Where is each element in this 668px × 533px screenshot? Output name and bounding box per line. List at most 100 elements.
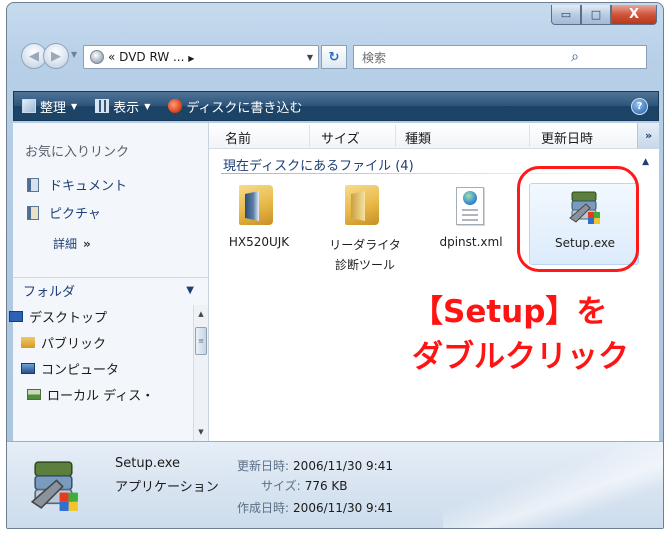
favorite-link-label: ドキュメント: [49, 179, 128, 194]
organize-button[interactable]: 整理 ▼: [22, 97, 77, 116]
column-header-modified[interactable]: 更新日時: [541, 128, 593, 147]
favorite-link-documents[interactable]: ドキュメント: [27, 175, 127, 194]
highlight-ring: [517, 166, 639, 272]
refresh-icon: ↻: [328, 49, 340, 65]
details-size-label: サイズ:: [261, 479, 301, 493]
file-item-label: HX520UJK: [228, 235, 290, 249]
address-bar[interactable]: « DVD RW ... ▶ ▼: [83, 45, 319, 69]
help-icon: ?: [636, 101, 643, 112]
views-icon: [95, 99, 110, 113]
address-row: ◀ ▶ ▼ « DVD RW ... ▶ ▼ ↻ 検索 ⌕: [7, 43, 663, 73]
details-created-value: 2006/11/30 9:41: [293, 501, 393, 515]
tree-item-desktop[interactable]: デスクトップ: [9, 307, 107, 326]
folders-label: フォルダ: [23, 285, 76, 300]
public-folder-icon: [21, 337, 35, 348]
search-icon[interactable]: ⌕: [504, 49, 646, 65]
tree-item-local-disk[interactable]: ローカル ディス・: [27, 385, 154, 404]
forward-arrow-icon: ▶: [51, 48, 61, 64]
views-button[interactable]: 表示 ▼: [95, 97, 150, 116]
tree-item-label: パブリック: [41, 337, 107, 352]
address-history-dropdown[interactable]: ▼: [302, 53, 318, 62]
scroll-down-icon[interactable]: ▼: [194, 425, 208, 439]
file-item-reader-writer-tool[interactable]: リーダライタ 診断ツール: [315, 185, 415, 281]
local-disk-icon: [27, 389, 41, 400]
instruction-line-1: 【Setup】を: [412, 294, 608, 330]
folders-header[interactable]: フォルダ ▼: [13, 277, 208, 303]
caption-buttons: ▭ □ X: [551, 5, 657, 25]
chevron-down-icon: ▼: [71, 101, 78, 111]
favorite-link-pictures[interactable]: ピクチャ: [27, 203, 101, 222]
file-item-hx520ujk[interactable]: HX520UJK: [209, 185, 309, 265]
burn-to-disc-button[interactable]: ディスクに書き込む: [168, 97, 302, 116]
details-pane: Setup.exe アプリケーション 更新日時: 2006/11/30 9:41 …: [7, 441, 663, 528]
more-links-button[interactable]: 詳細 »: [53, 235, 91, 252]
views-label: 表示: [113, 100, 140, 116]
desktop-icon: [9, 311, 23, 322]
command-bar: 整理 ▼ 表示 ▼ ディスクに書き込む ?: [13, 91, 659, 121]
folder-icon: [345, 185, 379, 225]
group-header[interactable]: 現在ディスクにあるファイル (4): [223, 155, 414, 174]
scroll-up-icon[interactable]: ▲: [194, 307, 208, 321]
folder-icon: [239, 185, 273, 225]
computer-icon: [21, 363, 35, 374]
tree-item-label: ローカル ディス・: [47, 389, 155, 404]
details-background-swoosh: [443, 442, 663, 528]
dvd-drive-icon: [90, 50, 104, 64]
organize-label: 整理: [40, 100, 67, 116]
column-divider[interactable]: [309, 125, 310, 147]
tree-item-label: コンピュータ: [41, 363, 120, 378]
column-header-name[interactable]: 名前: [225, 128, 251, 147]
details-size-value: 776 KB: [304, 479, 348, 493]
organize-icon: [22, 99, 36, 113]
details-modified-value: 2006/11/30 9:41: [293, 459, 393, 473]
column-header-type[interactable]: 種類: [405, 128, 431, 147]
forward-button[interactable]: ▶: [43, 43, 69, 69]
column-divider[interactable]: [395, 125, 396, 147]
instruction-callout: 【Setup】を ダブルクリック: [412, 290, 629, 380]
folder-tree-scrollbar[interactable]: ▲ ≡ ▼: [193, 305, 208, 441]
details-created: 作成日時: 2006/11/30 9:41: [237, 499, 393, 516]
file-item-dpinst-xml[interactable]: dpinst.xml: [421, 187, 521, 267]
navigation-pane: お気に入りリンク ドキュメント ピクチャ 詳細 » フォルダ ▼ デスクトップ …: [9, 123, 209, 441]
file-item-label: リーダライタ 診断ツール: [329, 238, 401, 272]
tree-item-computer[interactable]: コンピュータ: [21, 359, 119, 378]
back-arrow-icon: ◀: [29, 48, 39, 64]
minimize-button[interactable]: ▭: [551, 5, 581, 25]
burn-disc-icon: [168, 99, 183, 113]
documents-icon: [27, 177, 39, 192]
column-headers: 名前 サイズ 種類 更新日時 »: [209, 123, 659, 149]
burn-to-disc-label: ディスクに書き込む: [186, 100, 303, 116]
chevron-down-icon: ▼: [144, 101, 151, 111]
details-created-label: 作成日時:: [237, 501, 290, 515]
folder-tree: デスクトップ パブリック コンピュータ ローカル ディス・: [9, 305, 193, 441]
favorite-link-label: ピクチャ: [49, 207, 101, 222]
column-header-size[interactable]: サイズ: [321, 128, 360, 147]
chevron-down-icon: ▼: [186, 285, 194, 296]
recent-pages-dropdown[interactable]: ▼: [71, 50, 77, 59]
details-file-name: Setup.exe: [115, 456, 181, 471]
tree-item-public[interactable]: パブリック: [21, 333, 106, 352]
favorite-links-header: お気に入りリンク: [25, 145, 130, 160]
maximize-button[interactable]: □: [581, 5, 611, 25]
file-item-label: dpinst.xml: [439, 235, 503, 249]
details-modified: 更新日時: 2006/11/30 9:41: [237, 457, 393, 474]
search-placeholder: 検索: [362, 50, 387, 65]
installer-icon: [30, 461, 78, 511]
more-columns-button[interactable]: »: [637, 123, 659, 149]
help-button[interactable]: ?: [631, 98, 648, 115]
search-input[interactable]: 検索 ⌕: [353, 45, 647, 69]
collapse-group-icon[interactable]: ▲: [642, 157, 649, 167]
close-button[interactable]: X: [611, 5, 657, 25]
refresh-button[interactable]: ↻: [321, 45, 347, 69]
double-chevron-icon: »: [83, 236, 91, 251]
pictures-icon: [27, 205, 39, 220]
tree-item-label: デスクトップ: [29, 311, 108, 326]
more-links-label: 詳細: [53, 237, 78, 251]
details-size: サイズ: 776 KB: [261, 477, 348, 494]
column-divider[interactable]: [529, 125, 530, 147]
details-modified-label: 更新日時:: [237, 459, 290, 473]
title-bar: ▭ □ X: [7, 3, 663, 37]
details-file-type: アプリケーション: [115, 480, 219, 495]
scroll-thumb[interactable]: ≡: [195, 327, 207, 355]
xml-file-icon: [456, 187, 484, 225]
